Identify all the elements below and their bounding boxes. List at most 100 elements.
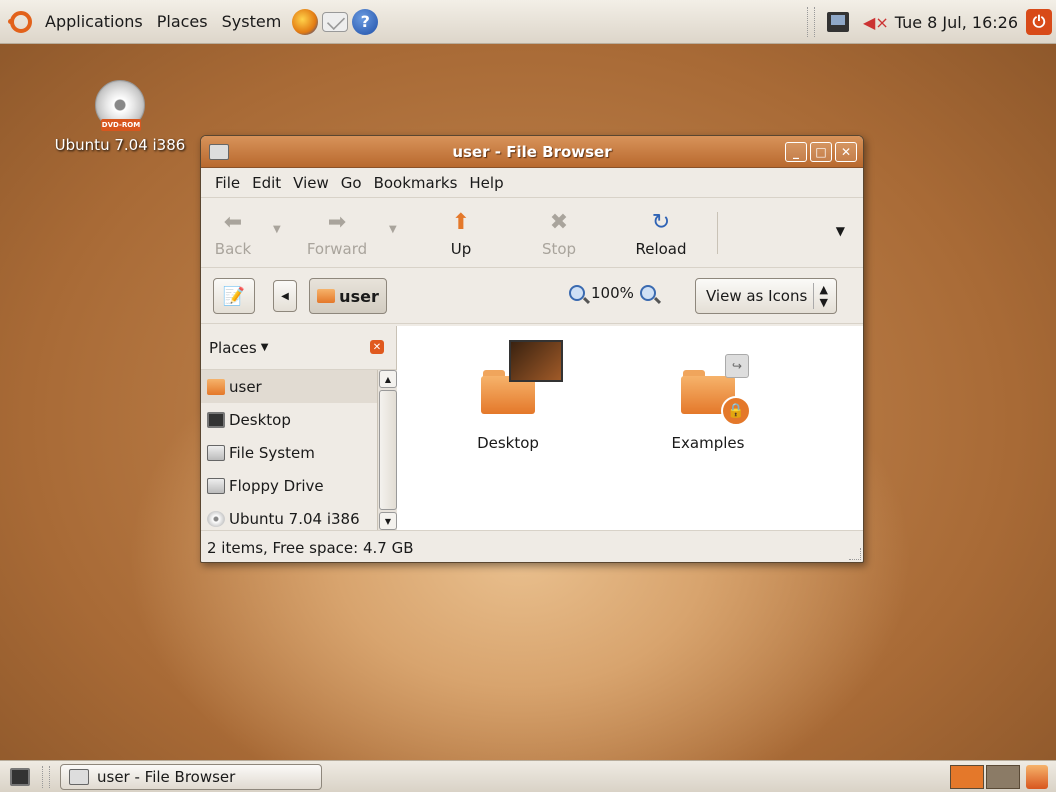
floppy-icon [207, 477, 225, 494]
back-arrow-icon: ⬅ [223, 209, 243, 235]
status-text: 2 items, Free space: 4.7 GB [207, 538, 414, 557]
close-button[interactable]: ✕ [835, 142, 857, 162]
scroll-down-icon[interactable]: ▼ [379, 512, 397, 530]
icon-view[interactable]: Desktop ↪ 🔒 Examples [397, 326, 863, 530]
dvd-icon: DVD-ROM [95, 80, 145, 131]
panel-handle[interactable] [42, 765, 50, 788]
zoom-control: 100% [569, 284, 656, 302]
places-list: user Desktop File System Floppy Drive Ub… [201, 370, 377, 535]
forward-history-dropdown-icon[interactable]: ▼ [389, 224, 397, 235]
zoom-in-icon[interactable] [639, 285, 656, 301]
lock-badge-icon: 🔒 [721, 396, 751, 426]
volume-muted-icon[interactable]: ◀× [863, 13, 889, 32]
menubar: File Edit View Go Bookmarks Help [201, 168, 863, 198]
file-browser-window: user - File Browser _ □ ✕ File Edit View… [200, 135, 864, 563]
location-bar: 📝 ◀ user 100% View as Icons ▲ ▼ [201, 268, 863, 324]
window-title: user - File Browser [452, 142, 612, 161]
reload-label: Reload [635, 240, 687, 258]
side-pane-title: Places [209, 338, 257, 357]
power-icon[interactable]: ⏻ [1026, 9, 1052, 35]
place-item-desktop[interactable]: Desktop [201, 403, 377, 436]
path-crumb-label: user [339, 286, 379, 306]
film-thumbnail-icon [509, 340, 563, 382]
back-label: Back [214, 240, 252, 258]
path-crumb-user[interactable]: user [309, 278, 387, 314]
place-label: File System [229, 443, 315, 462]
side-pane-scrollbar[interactable]: ▲ ▼ [377, 370, 397, 530]
desktop-icon-label: Ubuntu 7.04 i386 [54, 136, 186, 154]
path-back-arrow-button[interactable]: ◀ [273, 280, 297, 312]
window-icon [69, 768, 89, 785]
bottom-panel: user - File Browser [0, 760, 1056, 792]
place-item-file-system[interactable]: File System [201, 436, 377, 469]
toolbar-overflow-icon[interactable]: ▼ [836, 224, 845, 238]
place-item-user[interactable]: user [201, 370, 377, 403]
stop-label: Stop [541, 240, 577, 258]
menu-go[interactable]: Go [335, 174, 368, 192]
status-bar: 2 items, Free space: 4.7 GB [201, 530, 863, 562]
network-icon[interactable] [827, 12, 850, 32]
forward-button[interactable]: ➡ Forward [301, 198, 373, 268]
view-mode-select[interactable]: View as Icons ▲ ▼ [695, 278, 837, 314]
content-area: Places ▼ ✕ user Desktop File System Flop… [201, 326, 863, 530]
menu-help[interactable]: Help [463, 174, 509, 192]
up-button[interactable]: ⬆ Up [445, 198, 477, 268]
side-pane-dropdown-icon: ▼ [260, 342, 269, 353]
menu-file[interactable]: File [209, 174, 246, 192]
place-label: Floppy Drive [229, 476, 324, 495]
menu-bookmarks[interactable]: Bookmarks [368, 174, 464, 192]
toolbar-separator [717, 212, 718, 254]
dvd-badge: DVD-ROM [101, 119, 141, 131]
chevron-left-icon: ◀ [281, 290, 289, 302]
panel-handle[interactable] [807, 7, 816, 37]
firefox-launcher-icon[interactable] [292, 8, 319, 35]
updown-arrows-icon: ▲ ▼ [812, 283, 828, 309]
clock[interactable]: Tue 8 Jul, 16:26 [895, 13, 1018, 32]
up-label: Up [450, 240, 472, 258]
taskbar-item-file-browser[interactable]: user - File Browser [60, 763, 322, 790]
desktop-icon-dvd[interactable]: DVD-ROM Ubuntu 7.04 i386 [50, 80, 190, 154]
side-pane-close-icon[interactable]: ✕ [370, 340, 384, 354]
trash-icon[interactable] [1026, 765, 1048, 789]
place-label: Ubuntu 7.04 i386 [229, 509, 360, 528]
toggle-location-entry-button[interactable]: 📝 [213, 278, 255, 314]
workspace-2[interactable] [986, 765, 1020, 789]
scrollbar-thumb[interactable] [379, 390, 397, 510]
window-titlebar[interactable]: user - File Browser _ □ ✕ [201, 136, 863, 168]
place-label: user [229, 377, 262, 396]
drive-icon [207, 444, 225, 461]
reload-button[interactable]: ↻ Reload [631, 198, 691, 268]
top-panel: Applications Places System ? ◀× Tue 8 Ju… [0, 0, 1056, 44]
toolbar: ⬅ Back ▼ ➡ Forward ▼ ⬆ Up ✖ Stop ↻ Reloa… [201, 198, 863, 268]
show-desktop-icon[interactable] [10, 767, 30, 786]
back-button[interactable]: ⬅ Back [213, 198, 253, 268]
workspace-1[interactable] [950, 765, 984, 789]
mail-launcher-icon[interactable] [322, 11, 349, 32]
menu-system[interactable]: System [215, 0, 289, 44]
menu-places[interactable]: Places [150, 0, 215, 44]
stop-button[interactable]: ✖ Stop [539, 198, 579, 268]
menu-applications[interactable]: Applications [38, 0, 150, 44]
place-item-floppy[interactable]: Floppy Drive [201, 469, 377, 502]
side-pane-header[interactable]: Places ▼ ✕ [201, 326, 396, 370]
panel-tray: ◀× Tue 8 Jul, 16:26 ⏻ [807, 0, 1056, 44]
zoom-level[interactable]: 100% [591, 284, 634, 302]
resize-grip[interactable] [849, 548, 861, 560]
file-label: Examples [671, 434, 745, 452]
symlink-badge-icon: ↪ [725, 354, 749, 378]
menu-view[interactable]: View [287, 174, 335, 192]
file-label: Desktop [477, 434, 539, 452]
zoom-out-icon[interactable] [569, 285, 585, 301]
file-item-examples[interactable]: ↪ 🔒 Examples [653, 340, 763, 452]
help-launcher-icon[interactable]: ? [352, 8, 379, 35]
menu-edit[interactable]: Edit [246, 174, 287, 192]
maximize-button[interactable]: □ [810, 142, 832, 162]
minimize-button[interactable]: _ [785, 142, 807, 162]
file-item-desktop[interactable]: Desktop [453, 340, 563, 452]
scroll-up-icon[interactable]: ▲ [379, 370, 397, 388]
window-menu-icon[interactable] [209, 143, 229, 160]
workspace-switcher[interactable] [950, 765, 1020, 789]
ubuntu-logo-icon[interactable] [8, 10, 32, 33]
back-history-dropdown-icon[interactable]: ▼ [273, 224, 281, 235]
desktop-icon [207, 411, 225, 428]
